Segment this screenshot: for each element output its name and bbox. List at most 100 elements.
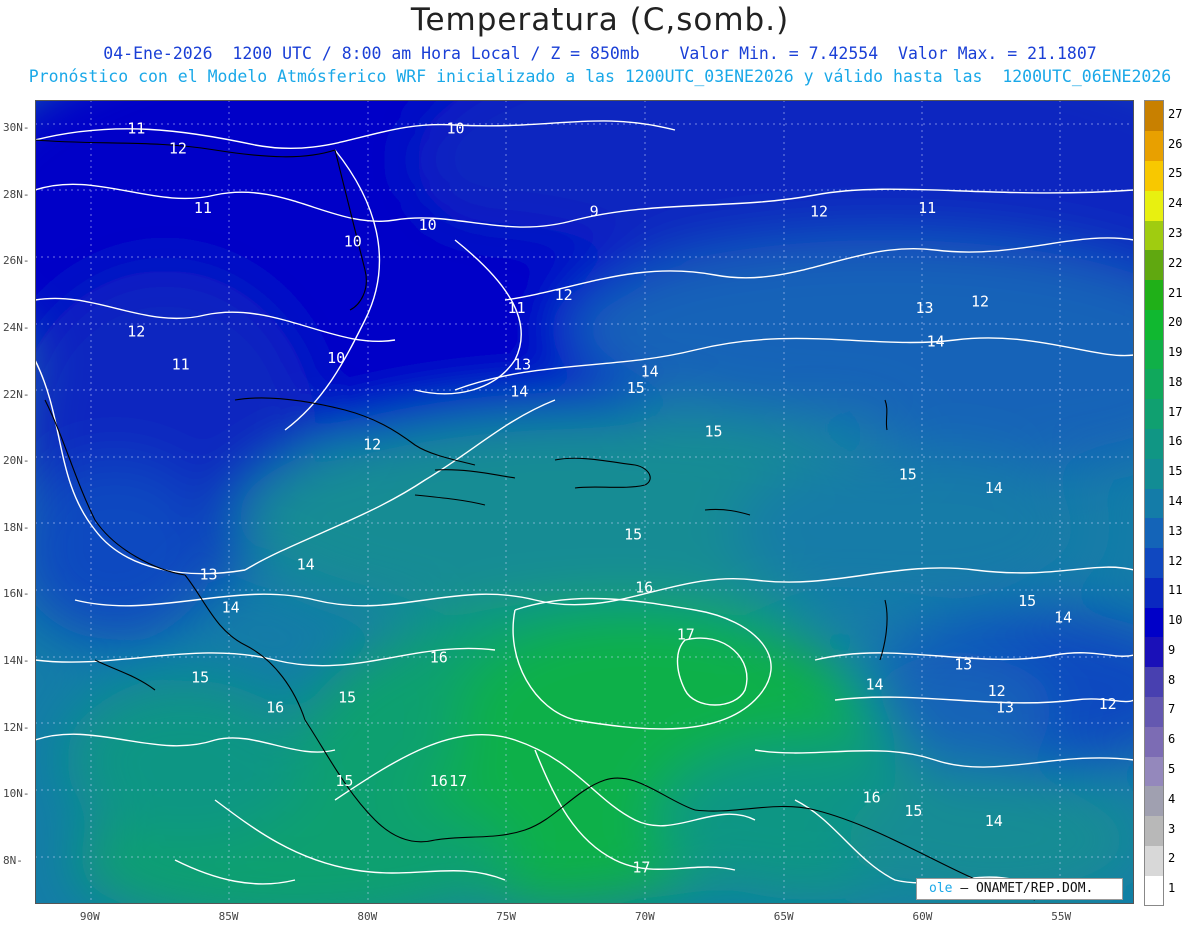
contour-label: 12 <box>988 682 1006 700</box>
contour-label: 10 <box>446 119 464 137</box>
temperature-map: 11 101211109 12 111012111213 1211 10 13 141414 1… <box>35 100 1134 904</box>
colorbar-segment <box>1145 696 1163 727</box>
colorbar-segment <box>1145 130 1163 162</box>
longitude-label: 60W <box>912 910 933 923</box>
contour-label: 12 <box>363 436 381 454</box>
colorbar-label: 10 <box>1168 613 1183 628</box>
contour-label: 14 <box>641 362 659 380</box>
colorbar-segment <box>1145 428 1163 459</box>
latitude-label: 16N- <box>3 587 30 601</box>
contour-label: 15 <box>627 379 645 397</box>
colorbar-label: 8 <box>1168 672 1176 687</box>
contour-label: 16 <box>635 579 653 597</box>
colorbar-segment <box>1145 488 1163 519</box>
contour-label: 14 <box>1054 609 1072 627</box>
contour-label: 13 <box>199 565 217 583</box>
colorbar-segment <box>1145 249 1163 281</box>
colorbar-segment <box>1145 756 1163 787</box>
contour-label: 10 <box>419 216 437 234</box>
contour-label: 16 <box>266 699 284 717</box>
latitude-label: 30N- <box>3 121 30 135</box>
colorbar-segment <box>1145 875 1163 906</box>
contour-label: 17 <box>677 625 695 643</box>
latitude-label: 26N- <box>3 254 30 268</box>
colorbar-segment <box>1145 547 1163 578</box>
contour-label: 11 <box>507 299 525 317</box>
latitude-label: 28N- <box>3 187 30 201</box>
contour-label: 13 <box>954 655 972 673</box>
colorbar-segment <box>1145 607 1163 638</box>
colorbar-label: 4 <box>1168 791 1176 806</box>
colorbar-segment <box>1145 458 1163 489</box>
colorbar-label: 9 <box>1168 642 1176 657</box>
colorbar-segment <box>1145 726 1163 757</box>
contour-label: 12 <box>1099 695 1117 713</box>
colorbar-label: 22 <box>1168 255 1183 270</box>
contour-label: 11 <box>172 356 190 374</box>
colorbar-label: 21 <box>1168 285 1183 300</box>
latitude-label: 22N- <box>3 387 30 401</box>
latitude-label: 14N- <box>3 653 30 667</box>
contour-label: 14 <box>865 675 883 693</box>
contour-label: 10 <box>344 233 362 251</box>
colorbar-label: 27 <box>1168 106 1183 121</box>
chart-title: Temperatura (C,somb.) <box>410 2 790 38</box>
colorbar-segment <box>1145 309 1163 340</box>
longitude-label: 75W <box>496 910 517 923</box>
colorbar-segment <box>1145 220 1163 251</box>
colorbar-label: 23 <box>1168 226 1183 240</box>
colorbar-label: 1 <box>1168 881 1176 896</box>
contour-label: 17 <box>632 858 650 876</box>
subtitle-run-info: 04-Ene-2026 1200 UTC / 8:00 am Hora Loca… <box>103 44 1097 63</box>
longitude-label: 65W <box>773 910 794 923</box>
credit-text: – ONAMET/REP.DOM. <box>960 881 1094 896</box>
longitude-label: 70W <box>634 910 655 923</box>
contour-label: 15 <box>191 669 209 687</box>
colorbar-segment <box>1145 339 1163 370</box>
colorbar-label: 6 <box>1168 732 1176 747</box>
contour-label: 16 <box>430 649 448 667</box>
contour-label: 15 <box>704 422 722 440</box>
contour-label: 13 <box>996 699 1014 717</box>
colorbar-label: 15 <box>1168 464 1183 479</box>
contour-label: 12 <box>971 292 989 310</box>
colorbar-label: 2 <box>1168 851 1176 866</box>
colorbar-segment <box>1145 785 1163 817</box>
contour-label: 15 <box>335 772 353 790</box>
contour-label: 10 <box>327 349 345 367</box>
contour-label: 17 <box>449 772 467 790</box>
latitude-label: 20N- <box>3 454 30 468</box>
longitude-label: 80W <box>357 910 378 923</box>
contour-label: 9 <box>590 203 599 221</box>
colorbar-label: 7 <box>1168 702 1176 717</box>
latitude-label: 24N- <box>3 321 30 335</box>
colorbar-segment <box>1145 517 1163 549</box>
colorbar-segment <box>1145 369 1163 400</box>
contour-label: 14 <box>222 599 240 617</box>
colorbar-label: 13 <box>1168 523 1183 538</box>
contour-label: 11 <box>194 199 212 217</box>
contour-label: 12 <box>810 203 828 221</box>
colorbar-label: 12 <box>1168 553 1183 568</box>
contour-label: 12 <box>555 286 573 304</box>
colorbar-label: 18 <box>1168 374 1183 389</box>
contour-label: 16 <box>430 772 448 790</box>
colorbar-label: 3 <box>1168 821 1176 836</box>
contour-label: 15 <box>904 802 922 820</box>
colorbar-label: 26 <box>1168 136 1183 151</box>
latitude-label: 8N- <box>3 853 23 867</box>
colorbar-label: 24 <box>1168 196 1183 211</box>
contour-label: 13 <box>513 356 531 374</box>
longitude-label: 55W <box>1051 910 1072 923</box>
contour-label: 13 <box>915 299 933 317</box>
contour-label: 14 <box>510 382 528 400</box>
colorbar-segment <box>1145 160 1163 191</box>
onamet-logo: ole <box>929 881 953 896</box>
latitude-label: 10N- <box>3 787 30 801</box>
shaded-field: 11 101211109 12 111012111213 1211 10 13 141414 1… <box>35 100 1134 904</box>
colorbar-segment <box>1145 101 1163 132</box>
colorbar-label: 20 <box>1168 315 1183 330</box>
colorbar-segment <box>1145 845 1163 876</box>
colorbar-segment <box>1145 398 1163 430</box>
colorbar-label: 25 <box>1168 166 1183 181</box>
